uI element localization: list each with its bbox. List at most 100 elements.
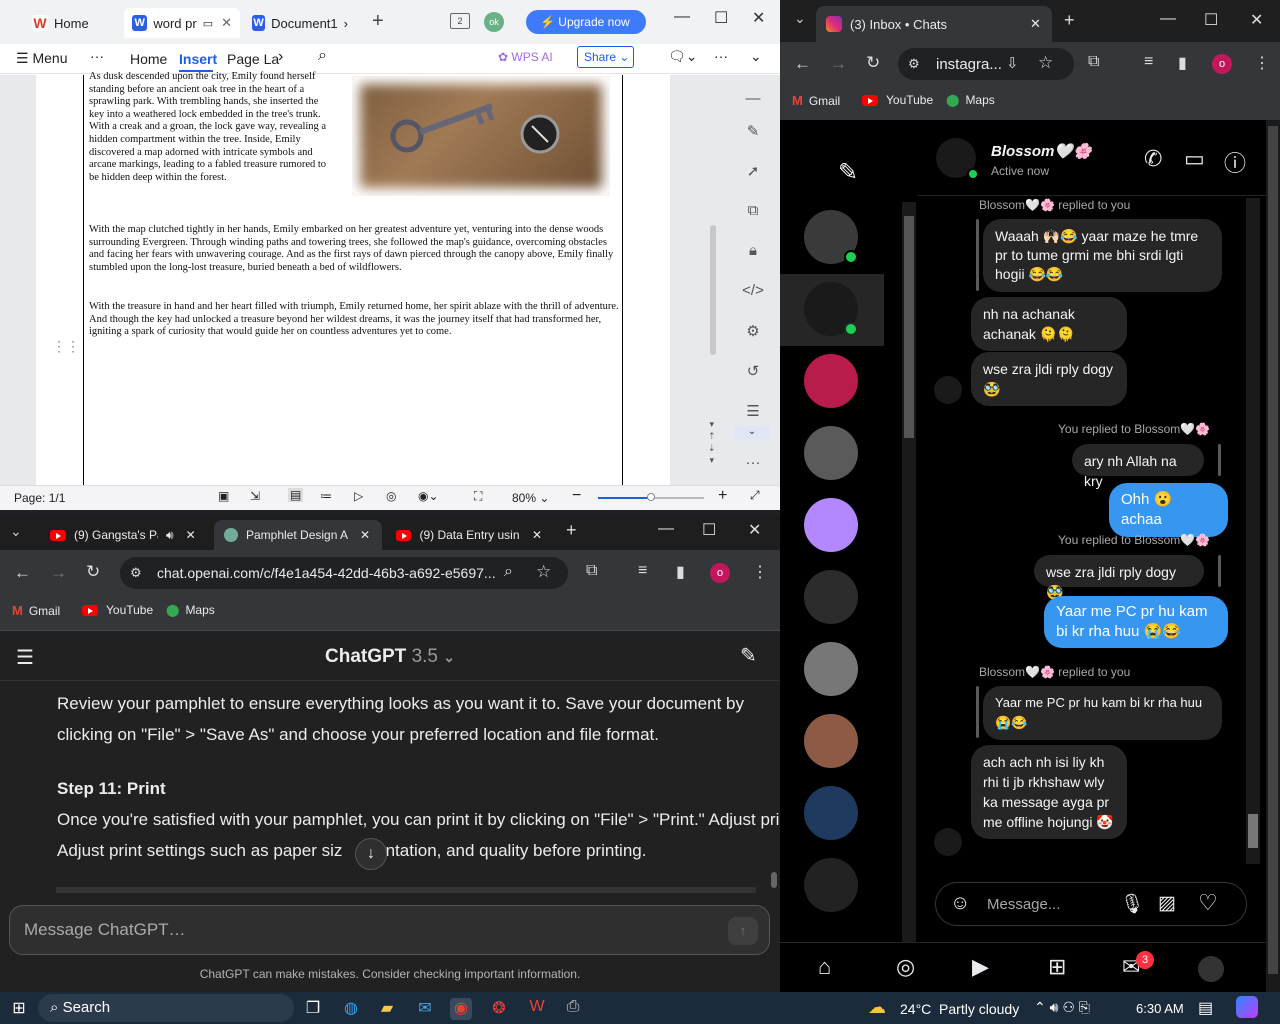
share-button[interactable]: Share ⌄: [577, 46, 634, 68]
reload-icon[interactable]: ↻: [86, 562, 100, 582]
globe-icon[interactable]: ◎: [386, 489, 396, 503]
more-icon[interactable]: ···: [714, 48, 728, 64]
wps-office-icon[interactable]: W: [526, 998, 548, 1020]
file-explorer-icon[interactable]: ▰: [376, 998, 398, 1020]
profile-avatar[interactable]: o: [710, 563, 730, 583]
maximize-icon[interactable]: ☐: [1204, 10, 1218, 30]
edge-icon[interactable]: ◍: [340, 998, 362, 1020]
close-icon[interactable]: ✕: [1030, 16, 1041, 32]
page-nav-arrows[interactable]: ▾ ⇡ ⇣ ▾: [708, 418, 716, 466]
heart-icon[interactable]: ♡: [1198, 890, 1218, 916]
tab-search-icon[interactable]: ⌄: [10, 523, 22, 540]
scroll-down-button[interactable]: ↓: [355, 838, 387, 870]
address-bar[interactable]: chat.openai.com/c/f4e1a454-42dd-46b3-a69…: [120, 557, 568, 589]
reels-icon[interactable]: ▶: [972, 954, 989, 980]
bookmark-gmail[interactable]: M Gmail: [792, 93, 840, 108]
crop-icon[interactable]: ⧉: [740, 202, 766, 224]
star-icon[interactable]: ☆: [1038, 53, 1053, 73]
new-chat-icon[interactable]: ✎: [740, 643, 757, 668]
paragraph-2[interactable]: With the map clutched tightly in her han…: [89, 224, 619, 274]
thread-avatar-6[interactable]: [804, 570, 858, 624]
close-icon[interactable]: ✕: [221, 15, 232, 31]
tab-data-entry[interactable]: (9) Data Entry using ✕: [386, 520, 552, 550]
search-icon[interactable]: ⌕: [318, 47, 327, 65]
microphone-icon[interactable]: 🎙︎: [1120, 892, 1144, 916]
code-icon[interactable]: </>: [740, 282, 766, 304]
tab-page-layout[interactable]: Page La: [227, 51, 279, 67]
video-call-icon[interactable]: ▭: [1184, 146, 1205, 172]
thread-avatar-10[interactable]: [804, 858, 858, 912]
new-tab-icon[interactable]: +: [372, 10, 384, 33]
notifications-icon[interactable]: ▤: [1198, 998, 1213, 1018]
menu-button[interactable]: ☰ Menu: [16, 50, 67, 67]
sidebar-toggle-icon[interactable]: ☰: [16, 645, 34, 670]
back-icon[interactable]: ←: [794, 54, 811, 74]
bookmark-gmail[interactable]: M Gmail: [12, 603, 60, 618]
play-icon[interactable]: ▷: [354, 489, 363, 503]
taskbar-search[interactable]: ⌕ Search: [38, 994, 294, 1022]
page-scrollbar-thumb[interactable]: [1268, 126, 1278, 974]
tab-home-ribbon[interactable]: Home: [130, 51, 167, 67]
clock[interactable]: 6:30 AM: [1136, 1001, 1184, 1016]
chevron-down-icon[interactable]: ⌄: [750, 48, 762, 65]
bookmark-maps[interactable]: ⬤ Maps: [166, 603, 215, 617]
sliders-icon[interactable]: ⚙: [740, 322, 766, 344]
bookmark-youtube[interactable]: YouTube: [82, 603, 153, 617]
chevron-right-icon[interactable]: ›: [278, 48, 283, 66]
task-view-icon[interactable]: ❐: [302, 998, 324, 1020]
copilot-icon[interactable]: [1236, 996, 1258, 1018]
more-icon[interactable]: ···: [740, 454, 766, 476]
zoom-icon[interactable]: ⌕: [504, 563, 513, 581]
export-icon[interactable]: ⇲: [250, 489, 260, 503]
sent-message[interactable]: Ohh 😮 achaa: [1109, 483, 1228, 537]
wps-tab-document1[interactable]: W Document1 ›: [244, 8, 356, 38]
tab-insert-ribbon[interactable]: Insert: [179, 51, 217, 67]
message-input[interactable]: Message...: [987, 896, 1060, 913]
thread-avatar-5[interactable]: [804, 498, 858, 552]
side-panel-icon[interactable]: ▮: [676, 562, 685, 582]
zoom-level[interactable]: 80% ⌄: [512, 491, 549, 505]
tab-pamphlet[interactable]: Pamphlet Design A ✕: [214, 520, 382, 550]
close-icon[interactable]: ✕: [186, 528, 196, 542]
pen-icon[interactable]: ✎: [740, 122, 766, 144]
comment-icon[interactable]: 🗨⌄: [668, 48, 698, 65]
thread-avatar-8[interactable]: [804, 714, 858, 768]
message-bubble[interactable]: wse zra jldi rply dogy 🥸: [971, 352, 1127, 406]
zoom-slider[interactable]: [598, 493, 704, 501]
wps-ai-button[interactable]: ✿ WPS AI: [498, 50, 553, 64]
tab-instagram-inbox[interactable]: (3) Inbox • Chats ✕: [816, 6, 1052, 42]
side-panel-icon[interactable]: ▮: [1178, 53, 1187, 73]
media-icon[interactable]: ≡: [638, 562, 647, 580]
quoted-message[interactable]: Yaar me PC pr hu kam bi kr rha huu 😭😂: [983, 686, 1222, 740]
printer-icon[interactable]: ⎙: [562, 998, 584, 1020]
profile-avatar[interactable]: o: [1212, 54, 1232, 74]
expand-panel-icon[interactable]: ⌄: [734, 426, 770, 440]
windows-start-icon[interactable]: ⊞: [8, 998, 30, 1020]
reload-icon[interactable]: ↻: [866, 53, 880, 73]
profile-nav-avatar[interactable]: [1198, 956, 1224, 982]
close-window-icon[interactable]: ✕: [748, 520, 761, 540]
message-bubble[interactable]: nh na achanak achanak 🫠🫠: [971, 297, 1127, 351]
image-icon[interactable]: ▨: [1158, 892, 1176, 915]
fit-icon[interactable]: ⛶: [474, 489, 482, 504]
system-tray-icons[interactable]: ⌃ 🔊︎ ⚇ ⎘: [1034, 999, 1090, 1016]
threads-scrollbar-thumb[interactable]: [904, 216, 914, 438]
wps-tab-home[interactable]: W Home: [24, 8, 120, 38]
more-options-button[interactable]: ···: [90, 48, 104, 64]
close-window-icon[interactable]: ✕: [752, 8, 765, 28]
weather-text[interactable]: 24°C Partly cloudy: [900, 1001, 1019, 1017]
paragraph-1[interactable]: As dusk descended upon the city, Emily f…: [89, 71, 335, 211]
message-bubble[interactable]: ach ach nh isi liy kh rhi ti jb rkhshaw …: [971, 745, 1127, 839]
zoom-slider-knob[interactable]: [647, 493, 655, 501]
tab-gangsta[interactable]: (9) Gangsta's Pa 🔊︎ ✕: [40, 520, 210, 550]
message-input[interactable]: Message ChatGPT…: [9, 905, 770, 955]
sent-message[interactable]: Yaar me PC pr hu kam bi kr rha huu 😭😂: [1044, 596, 1228, 648]
outline-icon[interactable]: ▣: [218, 489, 229, 503]
thread-avatar-7[interactable]: [804, 642, 858, 696]
chrome-menu-icon[interactable]: ⋮: [1254, 53, 1270, 73]
page-view-icon[interactable]: ▤: [288, 488, 304, 502]
bookmark-maps[interactable]: ⬤ Maps: [946, 93, 995, 107]
forward-icon[interactable]: →: [830, 54, 847, 74]
new-tab-icon[interactable]: +: [1064, 10, 1075, 31]
upgrade-button[interactable]: ⚡ Upgrade now: [526, 10, 646, 34]
